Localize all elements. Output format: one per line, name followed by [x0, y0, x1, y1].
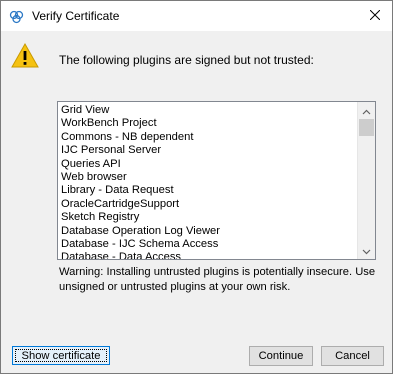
list-item[interactable]: OracleCartridgeSupport — [60, 198, 220, 211]
scroll-down-button[interactable] — [358, 242, 375, 259]
list-item[interactable]: Sketch Registry — [60, 211, 220, 224]
warning-icon — [11, 42, 39, 69]
chevron-up-icon — [362, 104, 371, 118]
list-item[interactable]: Web browser — [60, 171, 220, 184]
continue-label: Continue — [258, 350, 304, 362]
cancel-label: Cancel — [335, 350, 370, 362]
cancel-button[interactable]: Cancel — [321, 346, 384, 366]
list-item[interactable]: Database - IJC Schema Access — [60, 238, 220, 251]
scroll-up-button[interactable] — [358, 102, 375, 119]
header-message: The following plugins are signed but not… — [59, 53, 314, 67]
continue-button[interactable]: Continue — [249, 346, 313, 366]
plugin-list-items: Grid View WorkBench Project Commons - NB… — [60, 104, 220, 259]
verify-certificate-dialog: Verify Certificate The following plugins… — [0, 0, 393, 374]
window-title: Verify Certificate — [32, 9, 120, 23]
list-item[interactable]: Database - Data Access — [60, 251, 220, 259]
chevron-down-icon — [362, 244, 371, 258]
plugin-list[interactable]: Grid View WorkBench Project Commons - NB… — [57, 101, 376, 260]
list-item[interactable]: Grid View — [60, 104, 220, 117]
warning-message: Warning: Installing untrusted plugins is… — [59, 266, 376, 293]
list-item[interactable]: Library - Data Request — [60, 184, 220, 197]
list-item[interactable]: WorkBench Project — [60, 117, 220, 130]
list-item[interactable]: IJC Personal Server — [60, 144, 220, 157]
vertical-scrollbar[interactable] — [357, 102, 375, 259]
show-certificate-button[interactable]: Show certificate — [12, 346, 110, 365]
list-item[interactable]: Commons - NB dependent — [60, 131, 220, 144]
list-item[interactable]: Queries API — [60, 158, 220, 171]
focus-ring — [15, 349, 107, 362]
close-button[interactable] — [358, 1, 392, 31]
title-bar[interactable]: Verify Certificate — [1, 1, 392, 31]
close-icon — [369, 9, 381, 23]
scroll-thumb[interactable] — [359, 119, 374, 136]
certificate-icon — [9, 9, 24, 24]
list-item[interactable]: Database Operation Log Viewer — [60, 225, 220, 238]
